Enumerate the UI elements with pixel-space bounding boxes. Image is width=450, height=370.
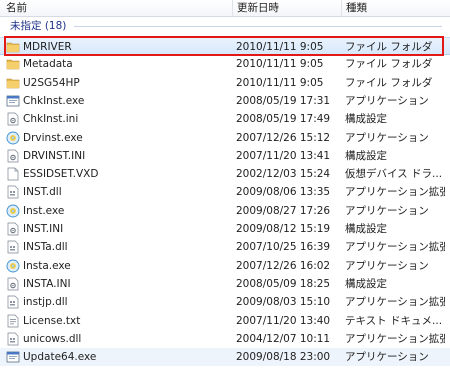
file-name: U2SG54HP	[23, 76, 80, 89]
dll-file-icon	[6, 185, 20, 199]
file-date: 2007/10/25 16:39	[236, 241, 331, 254]
file-name: Update64.exe	[23, 351, 97, 364]
exe-window-icon	[6, 94, 20, 108]
file-name: Drvinst.exe	[23, 131, 83, 144]
column-header-type[interactable]: 種類	[346, 0, 367, 16]
file-date: 2007/11/20 13:40	[236, 314, 331, 327]
file-row[interactable]: U2SG54HP 2010/11/11 9:05 ファイル フォルダ	[0, 74, 450, 92]
column-divider[interactable]	[232, 0, 233, 16]
file-row[interactable]: License.txt 2007/11/20 13:40 テキスト ドキュメ...	[0, 312, 450, 330]
folder-icon	[6, 57, 20, 71]
file-type: アプリケーション	[345, 131, 429, 144]
file-row[interactable]: INSTA.INI 2008/05/09 18:25 構成設定	[0, 275, 450, 293]
settings-file-icon	[6, 277, 20, 291]
file-date: 2009/08/03 15:10	[236, 296, 331, 309]
file-date: 2009/08/12 15:19	[236, 223, 331, 235]
file-type: 構成設定	[345, 223, 387, 235]
column-header-bar: 名前 更新日時 種類	[0, 0, 450, 17]
file-row[interactable]: Insta.exe 2007/12/26 16:02 アプリケーション	[0, 257, 450, 275]
file-name: DRVINST.INI	[23, 149, 86, 162]
file-date: 2009/08/18 23:00	[236, 351, 331, 364]
file-name: MDRIVER	[23, 41, 72, 53]
file-row[interactable]: instjp.dll 2009/08/03 15:10 アプリケーション拡張	[0, 293, 450, 311]
file-row[interactable]: unicows.dll 2004/12/07 10:11 アプリケーション拡張	[0, 330, 450, 348]
file-row[interactable]: Inst.exe 2009/08/27 17:26 アプリケーション	[0, 202, 450, 220]
installer-disc-icon	[6, 259, 20, 273]
file-date: 2008/05/19 17:49	[236, 113, 331, 126]
file-type: アプリケーション	[345, 259, 429, 272]
group-header[interactable]: 未指定 (18)	[0, 18, 450, 34]
file-type: ファイル フォルダ	[345, 58, 433, 71]
column-divider[interactable]	[341, 0, 342, 16]
dll-file-icon	[6, 332, 20, 346]
file-row[interactable]: Update64.exe 2009/08/18 23:00 アプリケーション	[0, 348, 450, 367]
file-type: アプリケーション拡張	[345, 332, 445, 345]
file-type: 仮想デバイス ドラ...	[345, 168, 443, 181]
file-type: テキスト ドキュメ...	[345, 314, 443, 327]
file-name: INST.INI	[23, 223, 64, 235]
file-row[interactable]: Drvinst.exe 2007/12/26 15:12 アプリケーション	[0, 129, 450, 147]
file-type: アプリケーション拡張	[345, 186, 445, 199]
settings-file-icon	[6, 112, 20, 126]
file-date: 2007/12/26 15:12	[236, 131, 331, 144]
folder-icon	[6, 76, 20, 90]
file-date: 2010/11/11 9:05	[236, 58, 324, 71]
file-row[interactable]: INSTa.dll 2007/10/25 16:39 アプリケーション拡張	[0, 238, 450, 256]
text-file-icon	[6, 314, 20, 328]
file-type: アプリケーション	[345, 351, 429, 364]
column-header-name[interactable]: 名前	[6, 0, 27, 16]
group-divider-line	[74, 26, 442, 27]
file-date: 2009/08/27 17:26	[236, 204, 331, 217]
file-type: 構成設定	[345, 149, 387, 162]
file-row[interactable]: Metadata 2010/11/11 9:05 ファイル フォルダ	[0, 55, 450, 73]
file-type: ファイル フォルダ	[345, 41, 433, 53]
file-name: INSTA.INI	[23, 277, 71, 290]
file-name: ChkInst.exe	[23, 94, 85, 107]
dll-file-icon	[6, 240, 20, 254]
file-date: 2002/12/03 15:24	[236, 168, 331, 181]
file-date: 2010/11/11 9:05	[236, 76, 324, 89]
file-name: ESSIDSET.VXD	[23, 168, 99, 181]
file-row[interactable]: ESSIDSET.VXD 2002/12/03 15:24 仮想デバイス ドラ...	[0, 165, 450, 183]
file-type: 構成設定	[345, 277, 387, 290]
file-row[interactable]: ChkInst.exe 2008/05/19 17:31 アプリケーション	[0, 92, 450, 110]
file-name: Metadata	[23, 58, 73, 71]
generic-file-icon	[6, 167, 20, 181]
file-name: ChkInst.ini	[23, 113, 79, 126]
settings-file-icon	[6, 149, 20, 163]
file-row[interactable]: ChkInst.ini 2008/05/19 17:49 構成設定	[0, 110, 450, 128]
file-date: 2004/12/07 10:11	[236, 332, 331, 345]
file-type: アプリケーション拡張	[345, 241, 445, 254]
file-row[interactable]: INST.dll 2009/08/06 13:35 アプリケーション拡張	[0, 183, 450, 201]
file-type: ファイル フォルダ	[345, 76, 433, 89]
file-date: 2007/12/26 16:02	[236, 259, 331, 272]
file-name: INSTa.dll	[23, 241, 68, 254]
file-name: Inst.exe	[23, 204, 65, 217]
file-date: 2009/08/06 13:35	[236, 186, 331, 199]
file-name: unicows.dll	[23, 332, 82, 345]
folder-icon	[6, 40, 20, 54]
file-date: 2007/11/20 13:41	[236, 149, 331, 162]
file-name: INST.dll	[23, 186, 62, 199]
file-type: アプリケーション拡張	[345, 296, 445, 309]
file-type: アプリケーション	[345, 204, 429, 217]
file-date: 2008/05/19 17:31	[236, 94, 331, 107]
file-date: 2008/05/09 18:25	[236, 277, 331, 290]
file-name: Insta.exe	[23, 259, 71, 272]
dll-file-icon	[6, 295, 20, 309]
file-type: 構成設定	[345, 113, 387, 126]
file-row[interactable]: DRVINST.INI 2007/11/20 13:41 構成設定	[0, 147, 450, 165]
file-type: アプリケーション	[345, 94, 429, 107]
exe-window-icon	[6, 350, 20, 364]
installer-disc-icon	[6, 131, 20, 145]
settings-file-icon	[6, 222, 20, 236]
group-label: 未指定 (18)	[10, 20, 67, 32]
file-name: instjp.dll	[23, 296, 68, 309]
file-name: License.txt	[23, 314, 81, 327]
file-date: 2010/11/11 9:05	[236, 41, 324, 53]
installer-disc-icon	[6, 204, 20, 218]
file-row[interactable]: INST.INI 2009/08/12 15:19 構成設定	[0, 220, 450, 238]
column-header-date[interactable]: 更新日時	[237, 0, 279, 16]
file-row[interactable]: MDRIVER 2010/11/11 9:05 ファイル フォルダ	[0, 37, 450, 55]
